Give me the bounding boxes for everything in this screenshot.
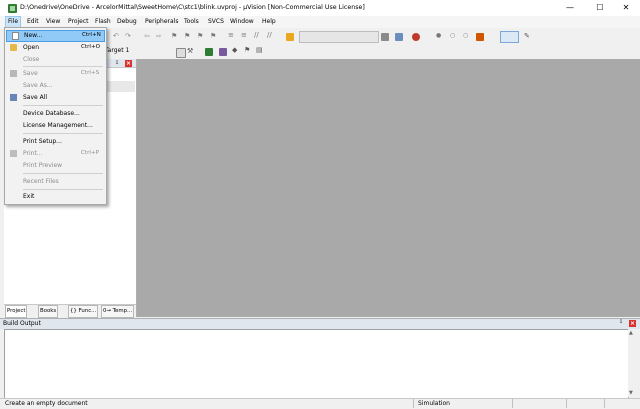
uncomment-icon[interactable]: // — [267, 31, 272, 39]
menu-separator — [23, 133, 103, 134]
breakpoint-icon[interactable]: ● — [436, 32, 441, 39]
file-menu-new[interactable]: New... Ctrl+N — [6, 30, 105, 42]
status-message: Create an empty document — [5, 400, 88, 407]
batch-build-icon[interactable]: ◆ — [232, 46, 237, 54]
file-menu-save-as[interactable]: Save As... — [5, 80, 106, 92]
status-divider — [512, 399, 513, 408]
kill-breakpoints-icon[interactable]: ○ — [463, 32, 468, 39]
start-debug-icon[interactable] — [412, 33, 420, 41]
file-menu-print-preview[interactable]: Print Preview — [5, 160, 106, 172]
clear-bookmarks-icon[interactable]: ⚑ — [210, 32, 216, 40]
status-divider — [413, 399, 414, 408]
menu-separator — [23, 105, 103, 106]
menu-debug[interactable]: Debug — [117, 16, 137, 28]
undo-icon[interactable]: ↶ — [113, 32, 119, 40]
nav-back-icon[interactable]: ⇦ — [144, 32, 150, 40]
find-in-files-icon[interactable] — [286, 33, 294, 41]
find-icon[interactable] — [381, 33, 389, 41]
minimize-button[interactable]: — — [556, 0, 584, 16]
build-output-header — [0, 318, 640, 329]
file-menu-close[interactable]: Close — [5, 54, 106, 66]
save-all-icon — [10, 94, 17, 101]
indent-icon[interactable]: ≡ — [228, 31, 234, 39]
translate-icon[interactable]: ⚒ — [187, 47, 193, 55]
tab-templates[interactable]: 0→ Temp... — [101, 305, 135, 318]
file-menu-print-setup[interactable]: Print Setup... — [5, 136, 106, 148]
menu-window[interactable]: Window — [230, 16, 254, 28]
new-document-icon — [12, 32, 19, 40]
disable-breakpoint-icon[interactable]: ○ — [450, 32, 455, 39]
file-menu-save-all[interactable]: Save All — [5, 92, 106, 104]
save-icon — [10, 70, 17, 77]
menu-peripherals[interactable]: Peripherals — [145, 16, 178, 28]
build-output-close-icon[interactable]: × — [629, 320, 636, 327]
window-layout-button[interactable] — [500, 31, 519, 43]
menu-separator — [23, 66, 103, 67]
file-menu-dropdown: New... Ctrl+N Open Ctrl+O Close Save Ctr… — [4, 27, 107, 205]
scroll-up-icon[interactable]: ▲ — [629, 330, 633, 336]
download-icon[interactable]: ▤ — [256, 46, 263, 54]
project-pane-close-icon[interactable]: × — [125, 60, 132, 67]
menu-separator — [23, 189, 103, 190]
build-pin-icon[interactable]: ⇩ — [619, 319, 623, 325]
build-output-text[interactable] — [4, 329, 629, 399]
menu-help[interactable]: Help — [262, 16, 276, 28]
redo-icon[interactable]: ↷ — [125, 32, 131, 40]
print-icon — [10, 150, 17, 157]
tab-books[interactable]: Books — [38, 305, 59, 318]
file-menu-save[interactable]: Save Ctrl+S — [5, 68, 106, 80]
stop-build-icon[interactable]: ⚑ — [244, 46, 250, 54]
project-tree-row[interactable] — [105, 81, 135, 92]
uvision-app-icon — [8, 4, 17, 13]
open-folder-icon — [10, 44, 17, 51]
menu-svcs[interactable]: SVCS — [208, 16, 224, 28]
incremental-find-icon[interactable] — [395, 33, 403, 41]
file-menu-recent-files[interactable]: Recent Files — [5, 176, 106, 188]
target-select[interactable]: Target 1 — [105, 47, 129, 54]
file-menu-open[interactable]: Open Ctrl+O — [5, 42, 106, 54]
scroll-down-icon[interactable]: ▼ — [629, 390, 633, 396]
prev-bookmark-icon[interactable]: ⚑ — [184, 32, 190, 40]
file-menu-device-database[interactable]: Device Database... — [5, 108, 106, 120]
tab-functions[interactable]: {} Func... — [68, 305, 99, 318]
menu-tools[interactable]: Tools — [184, 16, 199, 28]
close-window-button[interactable]: ✕ — [612, 0, 640, 16]
bookmark-icon[interactable]: ⚑ — [171, 32, 177, 40]
build-output-scrollbar[interactable] — [628, 329, 636, 397]
status-divider — [566, 399, 567, 408]
menu-separator — [23, 173, 103, 174]
pin-icon[interactable]: ⇩ — [115, 60, 119, 66]
unindent-icon[interactable]: ≡ — [241, 31, 247, 39]
build-icon[interactable] — [205, 48, 213, 56]
rebuild-icon[interactable] — [219, 48, 227, 56]
file-menu-print[interactable]: Print... Ctrl+P — [5, 148, 106, 160]
tools-wrench-icon[interactable]: ✎ — [524, 32, 530, 40]
comment-icon[interactable]: // — [254, 31, 259, 39]
build-output-title: Build Output — [3, 320, 41, 327]
nav-forward-icon[interactable]: ⇨ — [156, 32, 162, 40]
configure-icon[interactable] — [476, 33, 484, 41]
window-title: D:\Onedrive\OneDrive - ArcelorMittal\Swe… — [20, 4, 365, 11]
file-menu-exit[interactable]: Exit — [5, 191, 106, 203]
tab-project[interactable]: Project — [5, 305, 28, 318]
next-bookmark-icon[interactable]: ⚑ — [197, 32, 203, 40]
editor-workspace[interactable] — [137, 59, 640, 317]
status-divider — [604, 399, 605, 408]
maximize-button[interactable]: ☐ — [586, 0, 614, 16]
status-bar — [0, 398, 640, 409]
find-combo-box[interactable] — [299, 31, 379, 43]
target-options-icon[interactable] — [176, 48, 186, 58]
file-menu-license-management[interactable]: License Management... — [5, 120, 106, 132]
status-debug-mode: Simulation — [418, 400, 450, 407]
